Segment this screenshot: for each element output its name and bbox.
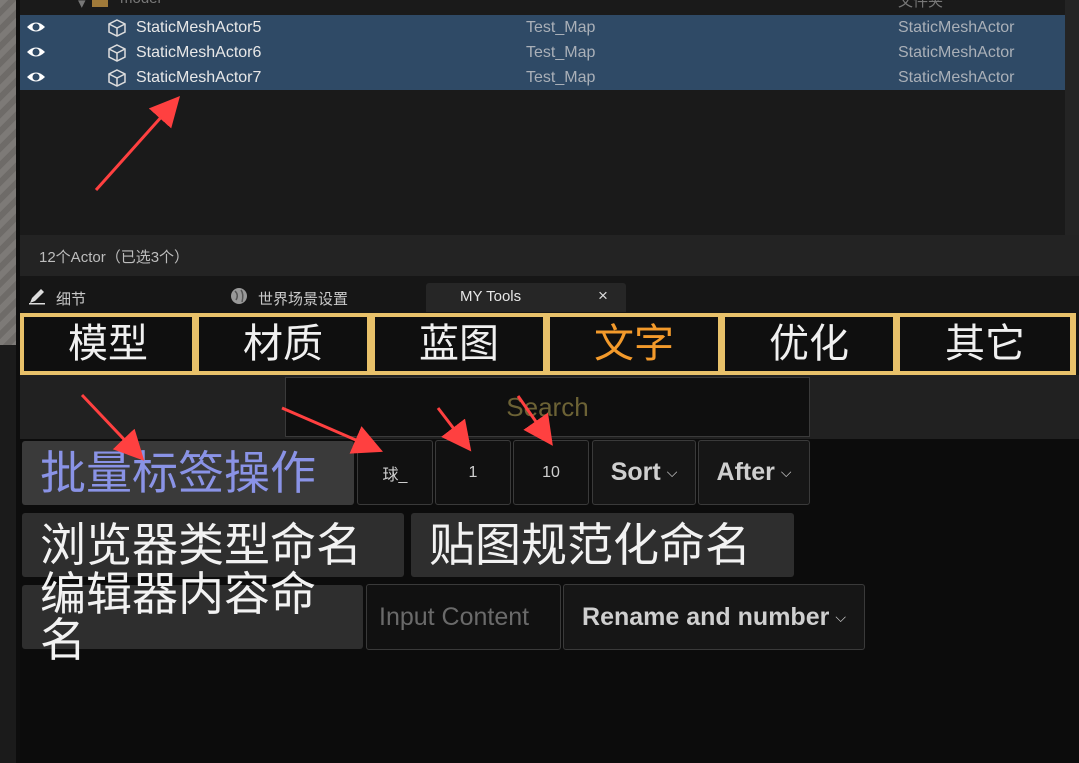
tab-world-settings[interactable]: 世界场景设置 — [230, 283, 420, 312]
rename-mode-label: Rename and number — [582, 602, 830, 631]
tab-label: MY Tools — [460, 288, 522, 305]
tab-details[interactable]: 细节 — [28, 283, 208, 312]
chevron-down-icon: ⌵ — [666, 464, 678, 480]
actor-map: Test_Map — [526, 19, 596, 36]
actor-count: 12个Actor（已选3个） — [39, 249, 190, 266]
globe-icon — [231, 288, 247, 304]
batch-label-button[interactable]: 批量标签操作 — [22, 441, 354, 505]
tab-label: 世界场景设置 — [258, 291, 349, 308]
static-mesh-icon — [108, 19, 126, 37]
tab-label: 细节 — [56, 291, 87, 308]
count-field[interactable]: 10 — [513, 440, 589, 505]
outliner-row[interactable]: StaticMeshActor7 Test_Map StaticMeshActo… — [20, 65, 1065, 90]
category-bar: 模型 材质 蓝图 文字 优化 其它 — [20, 313, 1076, 375]
pencil-icon — [29, 289, 45, 305]
outliner-status-bar: 12个Actor（已选3个） — [20, 235, 1079, 276]
actor-type: StaticMeshActor — [898, 19, 1015, 36]
eye-icon[interactable] — [26, 69, 46, 85]
category-text[interactable]: 文字 — [550, 317, 718, 371]
folder-icon — [92, 0, 108, 11]
prefix-field[interactable]: 球_ — [357, 440, 433, 505]
folder-type: 文件夹 — [898, 0, 944, 10]
outliner-scrollbar[interactable] — [1065, 0, 1079, 235]
tab-bar: 细节 世界场景设置 MY Tools × — [20, 276, 1079, 312]
sort-label: Sort — [610, 458, 661, 486]
position-dropdown[interactable]: After ⌵ — [698, 440, 810, 505]
static-mesh-icon — [108, 44, 126, 62]
start-number-field[interactable]: 1 — [435, 440, 511, 505]
actor-name: StaticMeshActor7 — [136, 69, 262, 86]
rename-mode-dropdown[interactable]: Rename and number ⌵ — [563, 584, 865, 650]
folder-name: model — [120, 0, 161, 7]
chevron-down-icon: ⌵ — [780, 464, 792, 480]
category-model[interactable]: 模型 — [24, 317, 192, 371]
actor-type: StaticMeshActor — [898, 44, 1015, 61]
position-label: After — [716, 458, 775, 486]
sort-dropdown[interactable]: Sort ⌵ — [592, 440, 696, 505]
texture-rename-button[interactable]: 贴图规范化命名 — [411, 513, 794, 577]
outliner-row[interactable]: StaticMeshActor6 Test_Map StaticMeshActo… — [20, 40, 1065, 65]
folder-row[interactable]: ▾ model 文件夹 — [20, 0, 1065, 12]
eye-icon[interactable] — [26, 44, 46, 60]
actor-name: StaticMeshActor5 — [136, 19, 262, 36]
editor-content-rename-button[interactable]: 编辑器内容命名 — [22, 571, 363, 663]
tab-my-tools[interactable]: MY Tools × — [426, 283, 626, 312]
category-material[interactable]: 材质 — [199, 317, 367, 371]
outliner-row[interactable]: StaticMeshActor5 Test_Map StaticMeshActo… — [20, 15, 1065, 40]
search-input[interactable]: Search — [285, 377, 810, 437]
category-other[interactable]: 其它 — [900, 317, 1070, 371]
actor-name: StaticMeshActor6 — [136, 44, 262, 61]
chevron-down-icon[interactable]: ▾ — [78, 0, 86, 12]
actor-map: Test_Map — [526, 69, 596, 86]
viewport-edge — [0, 0, 16, 345]
category-optimize[interactable]: 优化 — [725, 317, 893, 371]
left-panel — [0, 345, 16, 763]
input-content-field[interactable]: Input Content — [366, 584, 561, 650]
static-mesh-icon — [108, 69, 126, 87]
actor-type: StaticMeshActor — [898, 69, 1015, 86]
chevron-down-icon: ⌵ — [835, 608, 846, 625]
eye-icon[interactable] — [26, 19, 46, 35]
close-icon[interactable]: × — [598, 286, 608, 306]
actor-map: Test_Map — [526, 44, 596, 61]
category-blueprint[interactable]: 蓝图 — [375, 317, 543, 371]
